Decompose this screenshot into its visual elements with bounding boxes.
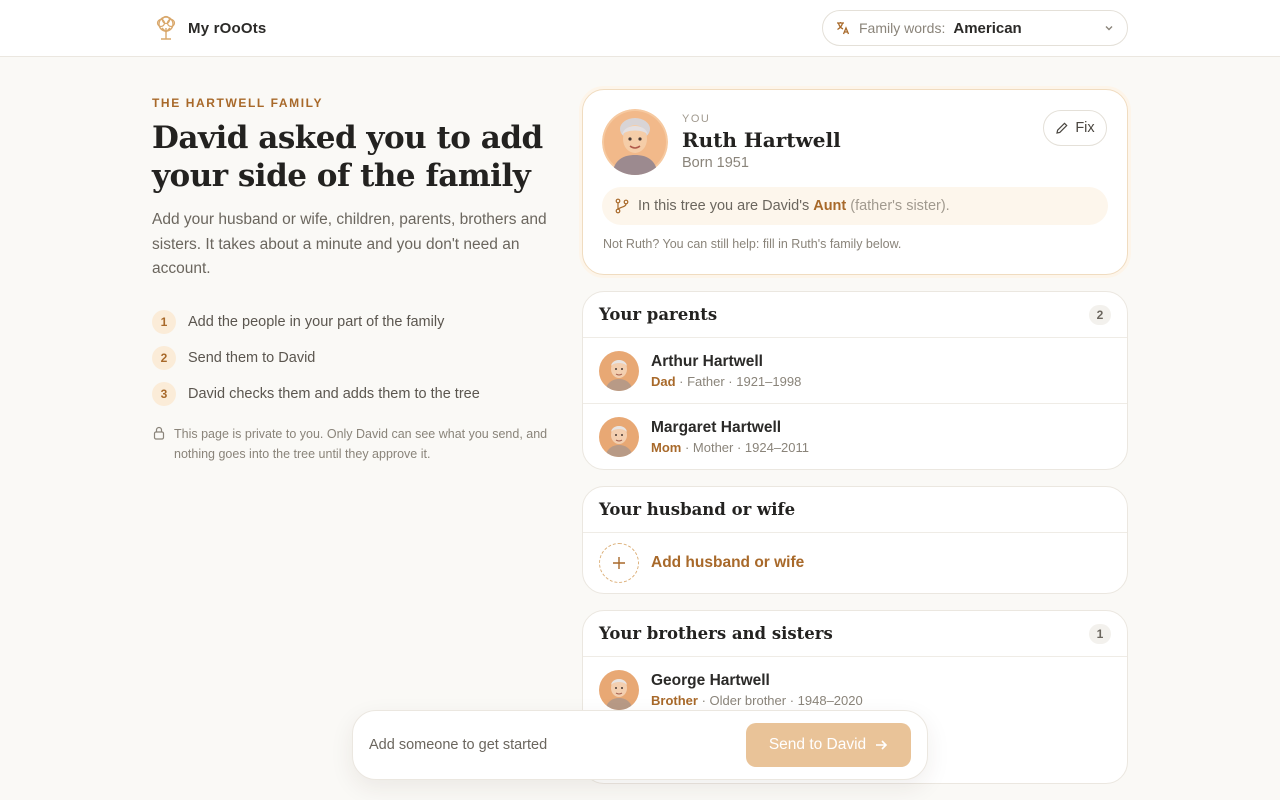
person-row[interactable]: Margaret Hartwell Mom · Mother · 1924–20…	[583, 404, 1127, 469]
send-status-text: Add someone to get started	[369, 737, 548, 753]
send-button-label: Send to David	[768, 736, 867, 753]
fix-label: Fix	[1075, 120, 1095, 136]
relation-banner: In this tree you are David's Aunt (fathe…	[602, 187, 1108, 225]
you-tag: YOU	[682, 113, 711, 125]
card-title: Your husband or wife	[599, 500, 796, 519]
privacy-note: This page is private to you. Only David …	[152, 424, 552, 464]
send-to-david-button[interactable]: Send to David	[746, 723, 911, 767]
relation-role: Aunt	[813, 198, 847, 214]
intro-description: Add your husband or wife, children, pare…	[152, 211, 547, 277]
person-meta: Dad · Father · 1921–1998	[651, 374, 801, 389]
tree-logo-icon	[156, 15, 176, 40]
family-words-select[interactable]: Family words: American	[822, 10, 1128, 46]
person-meta: Mom · Mother · 1924–2011	[651, 440, 809, 455]
app-name: My rOoOts	[188, 19, 267, 37]
relation-note: (father's sister).	[850, 198, 950, 214]
add-spouse-button[interactable]: Add husband or wife	[583, 533, 1127, 593]
plus-icon	[613, 557, 625, 569]
send-bar: Add someone to get started Send to David	[352, 710, 928, 780]
person-role: Brother	[651, 693, 698, 708]
top-bar: My rOoOts Family words: American	[0, 0, 1280, 57]
branch-icon	[615, 198, 629, 214]
pencil-icon	[1056, 122, 1068, 134]
family-eyebrow: THE HARTWELL FAMILY	[152, 96, 324, 110]
arrow-right-icon	[876, 740, 888, 750]
relation-prefix: In this tree you are David's	[638, 198, 810, 214]
card-header: Your parents 2	[583, 292, 1127, 338]
step-text: David checks them and adds them to the t…	[188, 386, 480, 402]
grandmother-portrait-icon	[602, 109, 668, 175]
card-title: Your parents	[599, 305, 718, 324]
card-header: Your husband or wife	[583, 487, 1127, 533]
person-role: Dad	[651, 373, 676, 389]
family-words-label: Family words:	[859, 20, 946, 36]
elder-portrait-icon	[599, 417, 639, 457]
step-number: 3	[152, 382, 176, 406]
steps-list: 1 Add the people in your part of the fam…	[152, 304, 572, 412]
card-title: Your brothers and sisters	[599, 624, 833, 643]
count-badge: 1	[1089, 623, 1111, 644]
family-words-value: American	[953, 19, 1022, 37]
lock-icon	[153, 426, 165, 440]
page-title: David asked you to add your side of the …	[152, 120, 543, 194]
person-name: George Hartwell	[651, 672, 770, 689]
privacy-text: This page is private to you. Only David …	[174, 427, 548, 461]
person-details: · Mother · 1924–2011	[681, 440, 810, 455]
add-circle	[599, 543, 639, 583]
fix-button[interactable]: Fix	[1043, 110, 1107, 146]
avatar	[599, 670, 639, 710]
chevron-down-icon	[1105, 26, 1113, 31]
step-text: Add the people in your part of the famil…	[188, 314, 445, 330]
avatar	[599, 350, 639, 391]
step-item: 1 Add the people in your part of the fam…	[152, 304, 572, 340]
card-header: Your brothers and sisters 1	[583, 611, 1127, 657]
brand[interactable]: My rOoOts	[152, 14, 266, 42]
avatar	[599, 417, 639, 457]
person-name: Margaret Hartwell	[651, 419, 782, 436]
person-details: · Father · 1921–1998	[675, 373, 802, 389]
elder-portrait-icon	[599, 670, 639, 710]
count-badge: 2	[1089, 304, 1111, 325]
person-row[interactable]: Arthur Hartwell Dad · Father · 1921–1998	[583, 338, 1127, 404]
step-number: 2	[152, 346, 176, 370]
translate-icon	[837, 22, 850, 35]
you-born: Born 1951	[682, 155, 749, 171]
spouse-card: Your husband or wife Add husband or wife	[582, 486, 1128, 594]
step-number: 1	[152, 310, 176, 334]
step-item: 3 David checks them and adds them to the…	[152, 376, 572, 412]
person-details: · Older brother · 1948–2020	[697, 693, 863, 708]
you-name: Ruth Hartwell	[682, 128, 841, 152]
person-name: Arthur Hartwell	[651, 352, 763, 370]
elder-portrait-icon	[599, 350, 639, 391]
parents-card: Your parents 2 Arthur Hartwell Dad · Fat…	[582, 291, 1128, 470]
step-item: 2 Send them to David	[152, 340, 572, 376]
avatar	[602, 109, 668, 175]
person-meta: Brother · Older brother · 1948–2020	[651, 693, 863, 708]
step-text: Send them to David	[188, 350, 316, 366]
you-card: YOU Ruth Hartwell Born 1951 Fix In this …	[582, 89, 1128, 275]
add-spouse-label: Add husband or wife	[651, 554, 805, 571]
not-you-text: Not Ruth? You can still help: fill in Ru…	[603, 237, 902, 251]
person-role: Mom	[651, 440, 682, 455]
